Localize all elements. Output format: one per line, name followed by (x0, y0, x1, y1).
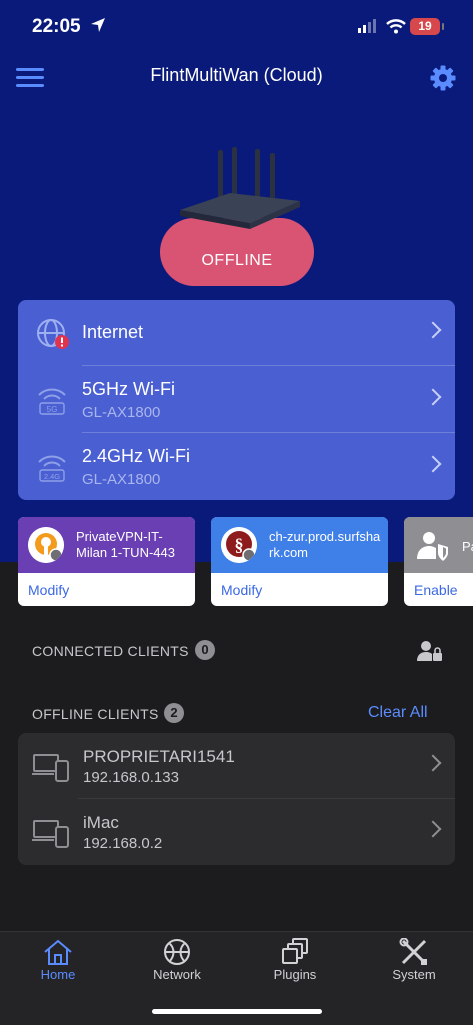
tab-plugins[interactable]: Plugins (250, 932, 340, 992)
status-time: 22:05 (32, 16, 81, 37)
vpn-card-header: Pa (404, 517, 473, 573)
clear-all-button[interactable]: Clear All (368, 704, 428, 722)
modify-button[interactable]: Modify (221, 582, 262, 598)
tab-home[interactable]: Home (13, 932, 103, 992)
chevron-right-icon (424, 321, 442, 339)
tools-icon (399, 938, 427, 965)
home-indicator (152, 1009, 322, 1014)
page-title: FlintMultiWan (Cloud) (150, 65, 323, 85)
wifi-24ghz-ssid: GL-AX1800 (82, 471, 161, 488)
plugins-icon (282, 938, 308, 964)
client-name: iMac (83, 813, 119, 832)
user-shield-icon (417, 532, 448, 561)
divider (82, 432, 455, 433)
wifi-5ghz-label: 5GHz Wi-Fi (82, 379, 175, 399)
internet-label: Internet (82, 322, 144, 342)
offline-clients-label: OFFLINE CLIENTS (32, 706, 159, 722)
chevron-right-icon (424, 388, 442, 406)
globe-icon (164, 939, 190, 965)
vpn-card-privatevpn[interactable]: PrivateVPN-IT-Milan 1-TUN-443 Modify (18, 517, 195, 606)
client-name: PROPRIETARI1541 (83, 747, 235, 766)
cellular-signal-icon (358, 19, 376, 33)
vpn-title: ch-zur.prod.surfshark.com (269, 529, 381, 560)
surfshark-logo-icon: § (221, 527, 257, 563)
home-icon (44, 939, 72, 965)
vpn-card-partial[interactable]: Pa Enable (404, 517, 473, 606)
user-lock-icon[interactable] (417, 640, 443, 662)
divider (82, 365, 455, 366)
tab-label: Plugins (273, 967, 317, 982)
wifi-5ghz-ssid: GL-AX1800 (82, 404, 161, 421)
offline-clients-count: 2 (164, 703, 184, 723)
wifi-band-label: 2.4G (44, 472, 60, 481)
tab-label: Network (153, 967, 201, 982)
wifi-24ghz-row[interactable]: 2.4G 2.4GHz Wi-Fi GL-AX1800 (18, 434, 455, 500)
wifi-2-4g-icon: 2.4G (38, 455, 66, 482)
tab-system[interactable]: System (369, 932, 459, 992)
chevron-right-icon (424, 754, 442, 772)
network-card: Internet 5G 5GHz Wi-Fi GL-AX1800 2.4G 2.… (18, 300, 455, 500)
app-header: FlintMultiWan (Cloud) (0, 52, 473, 102)
wifi-24ghz-label: 2.4GHz Wi-Fi (82, 446, 190, 466)
internet-row[interactable]: Internet (18, 300, 455, 366)
chevron-right-icon (424, 820, 442, 838)
wifi-status-icon (386, 19, 406, 34)
vpn-card-header: PrivateVPN-IT-Milan 1-TUN-443 (18, 517, 195, 573)
vpn-title: Pa (462, 539, 473, 554)
list-item[interactable]: PROPRIETARI1541 192.168.0.133 (18, 733, 455, 799)
gear-icon[interactable] (429, 64, 457, 92)
client-ip: 192.168.0.133 (83, 769, 179, 786)
chevron-right-icon (424, 455, 442, 473)
offline-clients-list: PROPRIETARI1541 192.168.0.133 iMac 192.1… (18, 733, 455, 865)
tab-label: Home (40, 967, 76, 982)
globe-icon (37, 319, 69, 349)
wifi-band-label: 5G (47, 405, 58, 414)
privatevpn-logo-icon (28, 527, 64, 563)
client-ip: 192.168.0.2 (83, 835, 163, 852)
tab-network[interactable]: Network (132, 932, 222, 992)
status-bar: 22:05 19 (0, 0, 473, 54)
modify-button[interactable]: Modify (28, 582, 69, 598)
vpn-title: PrivateVPN-IT-Milan 1-TUN-443 (76, 529, 175, 560)
connected-clients-count: 0 (195, 640, 215, 660)
wifi-5ghz-row[interactable]: 5G 5GHz Wi-Fi GL-AX1800 (18, 367, 455, 433)
list-item[interactable]: iMac 192.168.0.2 (18, 799, 455, 865)
enable-button[interactable]: Enable (414, 582, 458, 598)
router-status-label: OFFLINE (201, 252, 273, 269)
wifi-5g-icon: 5G (38, 388, 66, 415)
location-arrow-icon (91, 18, 105, 32)
devices-icon (32, 754, 69, 782)
svg-text:§: § (235, 535, 244, 555)
connected-clients-label: CONNECTED CLIENTS (32, 643, 189, 659)
battery-indicator: 19 (410, 18, 444, 35)
router-icon (180, 147, 300, 229)
devices-icon (32, 820, 69, 848)
vpn-card-header: § ch-zur.prod.surfshark.com (211, 517, 388, 573)
vpn-card-surfshark[interactable]: § ch-zur.prod.surfshark.com Modify (211, 517, 388, 606)
tab-label: System (392, 967, 436, 982)
